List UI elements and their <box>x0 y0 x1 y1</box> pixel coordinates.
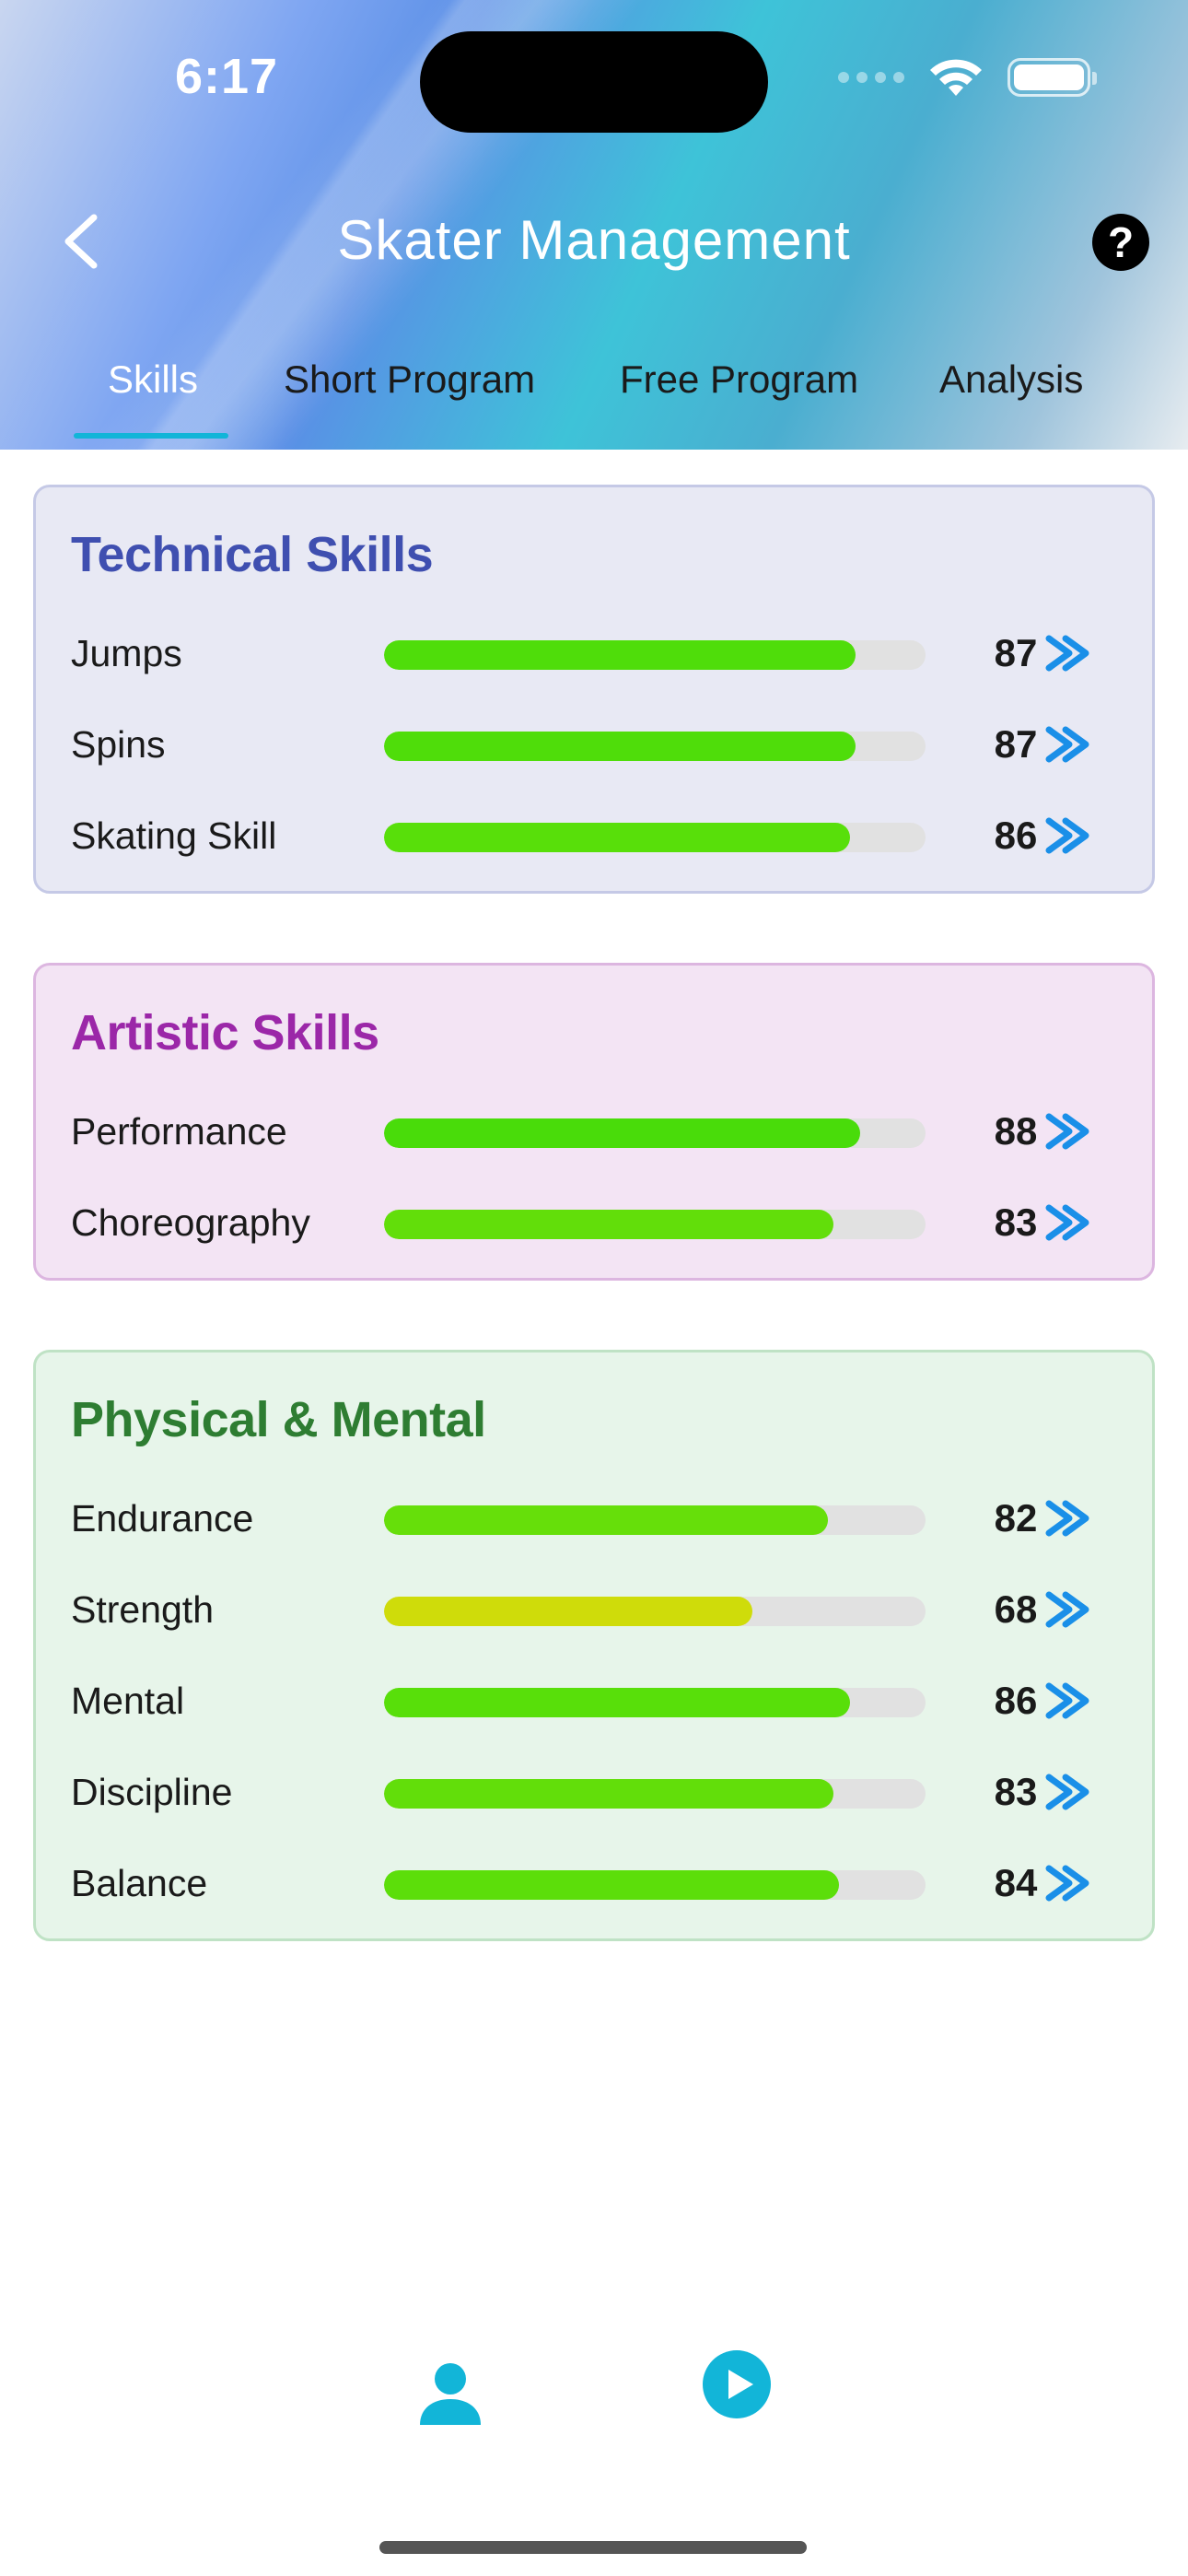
dynamic-island <box>420 31 768 133</box>
skill-progress-bar <box>384 1597 926 1626</box>
double-chevron-right-icon[interactable] <box>1042 633 1093 673</box>
skill-progress-bar <box>384 1210 926 1239</box>
skill-row[interactable]: Performance 88 <box>36 1104 1158 1159</box>
skill-label: Skating Skill <box>71 814 277 857</box>
skill-progress-fill <box>384 1210 834 1239</box>
double-chevron-right-icon[interactable] <box>1042 1680 1093 1721</box>
double-chevron-right-icon[interactable] <box>1042 1498 1093 1539</box>
skill-progress-bar <box>384 1505 926 1535</box>
skill-label: Jumps <box>71 632 182 674</box>
skill-row[interactable]: Discipline 83 <box>36 1764 1158 1820</box>
skill-label: Spins <box>71 723 166 766</box>
double-chevron-right-icon[interactable] <box>1042 1111 1093 1152</box>
header: 6:17 Skater Management ? Skills Short Pr… <box>0 0 1188 450</box>
skill-progress-fill <box>384 1505 829 1535</box>
skill-progress-fill <box>384 640 856 670</box>
skill-row[interactable]: Strength 68 <box>36 1582 1158 1637</box>
double-chevron-right-icon[interactable] <box>1042 724 1093 765</box>
tab-short-program[interactable]: Short Program <box>284 357 535 402</box>
tab-free-program[interactable]: Free Program <box>620 357 858 402</box>
double-chevron-right-icon[interactable] <box>1042 1202 1093 1243</box>
skill-row[interactable]: Skating Skill 86 <box>36 808 1158 863</box>
status-time: 6:17 <box>175 49 279 104</box>
skill-row[interactable]: Endurance 82 <box>36 1491 1158 1546</box>
double-chevron-right-icon[interactable] <box>1042 1863 1093 1903</box>
skill-progress-bar <box>384 640 926 670</box>
question-mark-icon: ? <box>1107 218 1135 266</box>
home-indicator <box>379 2541 807 2554</box>
cellular-signal-icon <box>838 72 904 83</box>
skill-row[interactable]: Spins 87 <box>36 717 1158 772</box>
skill-progress-fill <box>384 1118 861 1148</box>
skill-row[interactable]: Jumps 87 <box>36 626 1158 681</box>
battery-icon <box>1007 58 1097 97</box>
double-chevron-right-icon[interactable] <box>1042 815 1093 856</box>
person-icon[interactable] <box>414 2360 486 2427</box>
skill-progress-bar <box>384 1118 926 1148</box>
skill-progress-fill <box>384 1688 850 1717</box>
skill-row[interactable]: Choreography 83 <box>36 1195 1158 1250</box>
tab-analysis[interactable]: Analysis <box>939 357 1083 402</box>
tab-bar: Skills Short Program Free Program Analys… <box>0 357 1188 450</box>
skill-progress-fill <box>384 1870 839 1900</box>
help-button[interactable]: ? <box>1092 214 1149 271</box>
play-circle-icon[interactable] <box>702 2349 772 2419</box>
skill-label: Discipline <box>71 1771 233 1813</box>
wifi-icon <box>930 59 982 96</box>
skill-progress-bar <box>384 1870 926 1900</box>
skill-label: Choreography <box>71 1201 310 1244</box>
skill-progress-bar <box>384 823 926 852</box>
double-chevron-right-icon[interactable] <box>1042 1772 1093 1812</box>
status-icons <box>838 55 1097 100</box>
skill-row[interactable]: Balance 84 <box>36 1856 1158 1911</box>
card-title: Physical & Mental <box>71 1392 486 1447</box>
skill-label: Mental <box>71 1680 185 1722</box>
skill-label: Performance <box>71 1110 287 1153</box>
page-title: Skater Management <box>337 209 851 271</box>
skill-progress-fill <box>384 1779 834 1809</box>
card-title: Artistic Skills <box>71 1005 379 1060</box>
skill-progress-fill <box>384 823 850 852</box>
skill-row[interactable]: Mental 86 <box>36 1673 1158 1728</box>
skill-progress-bar <box>384 732 926 761</box>
skill-card: Physical & Mental Endurance 82 Strength 68 Me… <box>33 1350 1155 1941</box>
skill-card: Artistic Skills Performance 88 Choreography… <box>33 963 1155 1281</box>
double-chevron-right-icon[interactable] <box>1042 1589 1093 1630</box>
skill-progress-bar <box>384 1779 926 1809</box>
skill-label: Strength <box>71 1588 214 1631</box>
tab-skills[interactable]: Skills <box>108 357 198 402</box>
active-tab-indicator <box>74 433 228 439</box>
skill-progress-fill <box>384 732 856 761</box>
card-title: Technical Skills <box>71 527 434 582</box>
bottom-nav <box>0 2340 1188 2441</box>
skill-progress-fill <box>384 1597 752 1626</box>
skill-label: Endurance <box>71 1497 254 1540</box>
skill-label: Balance <box>71 1862 208 1904</box>
skill-card: Technical Skills Jumps 87 Spins 87 Skating Sk… <box>33 485 1155 894</box>
skill-progress-bar <box>384 1688 926 1717</box>
